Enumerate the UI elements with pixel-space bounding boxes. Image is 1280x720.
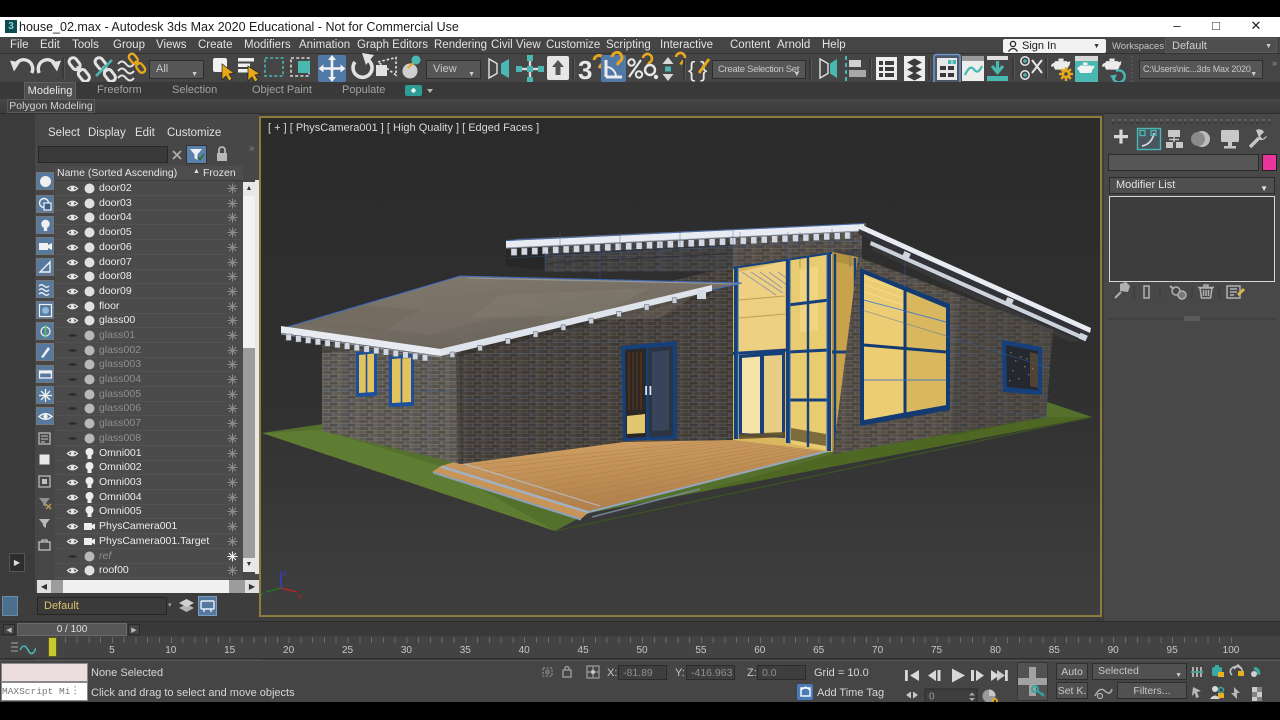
- svg-text:x: x: [298, 594, 302, 601]
- svg-text:3: 3: [578, 55, 592, 85]
- svg-text:z: z: [283, 570, 287, 577]
- svg-text:{: {: [688, 57, 695, 82]
- svg-text:0: 0: [929, 692, 935, 703]
